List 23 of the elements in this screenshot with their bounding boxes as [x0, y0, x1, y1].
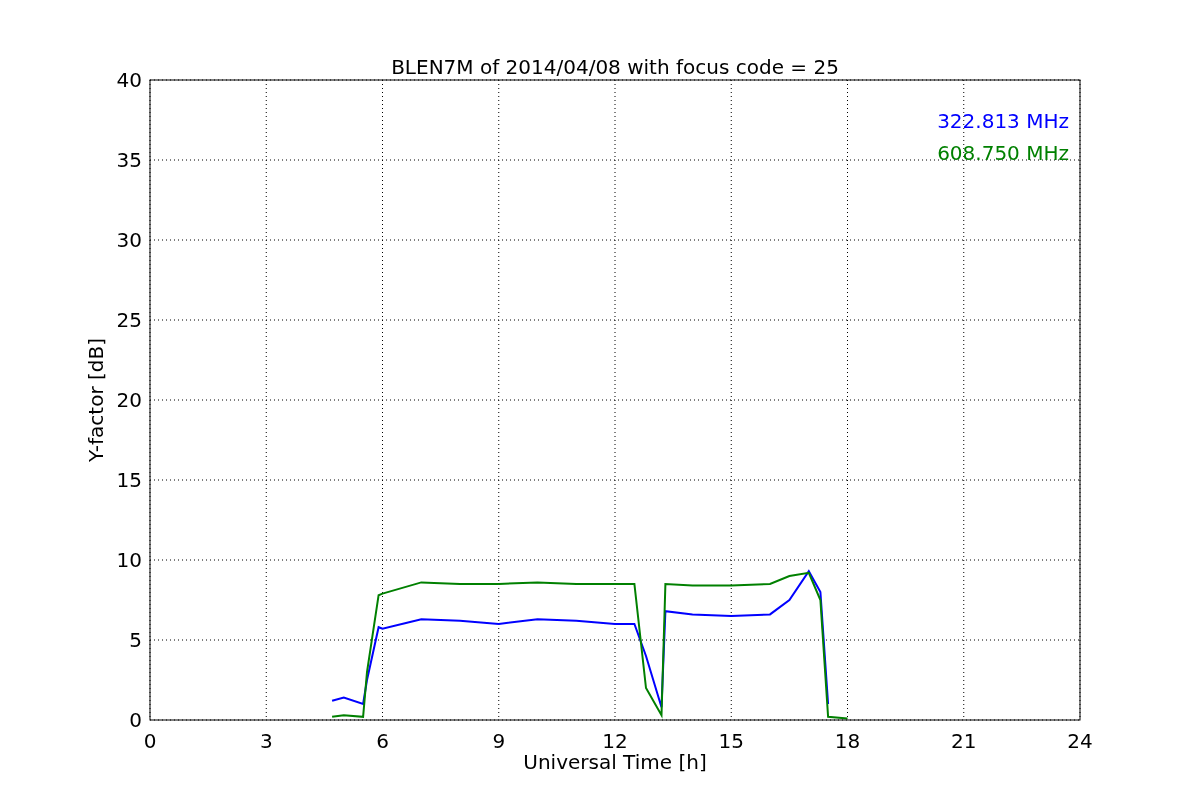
legend-label: 322.813 MHz — [937, 109, 1069, 133]
tick-label: 18 — [834, 729, 861, 753]
tick-label: 9 — [492, 729, 506, 753]
tick-label: 6 — [376, 729, 389, 753]
tick-label: 30 — [116, 228, 142, 252]
tick-label: 15 — [116, 468, 142, 492]
tick-label: 3 — [259, 729, 273, 753]
tick-label: 24 — [1067, 729, 1093, 753]
legend-label: 608.750 MHz — [937, 141, 1069, 165]
tick-label: 21 — [951, 729, 977, 753]
tick-label: 5 — [129, 628, 142, 652]
tick-label: 40 — [116, 68, 142, 92]
chart-title: BLEN7M of 2014/04/08 with focus code = 25 — [391, 55, 839, 79]
tick-label: 15 — [718, 729, 744, 753]
axis-label: Universal Time [h] — [523, 750, 707, 774]
tick-label: 0 — [129, 708, 142, 732]
tick-label: 20 — [116, 388, 142, 412]
tick-label: 0 — [143, 729, 157, 753]
tick-label: 10 — [116, 548, 142, 572]
tick-label: 25 — [116, 308, 142, 332]
tick-label: 12 — [602, 729, 628, 753]
axis-label: Y-factor [dB] — [84, 338, 108, 462]
tick-label: 35 — [116, 148, 142, 172]
